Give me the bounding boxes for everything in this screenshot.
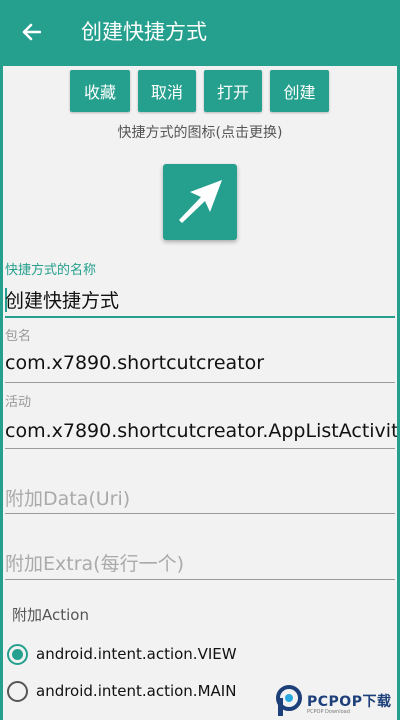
action-option-main[interactable]: android.intent.action.MAIN (7, 677, 236, 705)
watermark: PCPOP下载 PCPOP Download (275, 682, 397, 720)
package-field[interactable]: com.x7890.shortcutcreator (5, 352, 264, 374)
radio-button-checked[interactable] (7, 643, 28, 665)
cancel-button[interactable]: 取消 (138, 70, 196, 112)
watermark-subtext: PCPOP Download (307, 709, 350, 715)
watermark-text: PCPOP下载 (307, 694, 392, 710)
arrow-up-right-icon (179, 180, 222, 223)
watermark-logo-icon (276, 685, 302, 716)
radio-button-unchecked[interactable] (7, 680, 28, 702)
name-field[interactable]: 创建快捷方式 (5, 286, 119, 313)
action-option-label: android.intent.action.VIEW (36, 645, 237, 663)
radio-dot (12, 648, 23, 660)
action-option-label: android.intent.action.MAIN (36, 682, 237, 700)
activity-field-label: 活动 (5, 395, 32, 410)
favorite-button[interactable]: 收藏 (70, 70, 130, 112)
activity-field[interactable]: com.x7890.shortcutcreator.AppListActivit… (5, 420, 397, 442)
open-button[interactable]: 打开 (204, 70, 262, 112)
extra-field-underline (5, 579, 395, 580)
data-uri-field-underline (5, 513, 395, 514)
data-uri-field[interactable]: 附加Data(Uri) (5, 484, 130, 511)
extra-field[interactable]: 附加Extra(每行一个) (5, 549, 184, 576)
create-button[interactable]: 创建 (270, 70, 329, 112)
name-field-label: 快捷方式的名称 (5, 263, 97, 278)
app-bar: 创建快捷方式 (0, 0, 400, 64)
package-field-underline (5, 382, 395, 383)
arrow-left-icon (22, 23, 41, 41)
page-title: 创建快捷方式 (81, 20, 207, 44)
activity-field-underline (5, 448, 395, 449)
package-field-label: 包名 (5, 329, 32, 344)
shortcut-icon-picker[interactable] (163, 164, 237, 240)
name-field-underline (5, 316, 395, 318)
main-content: 收藏 取消 打开 创建 快捷方式的图标(点击更换) 快捷方式的名称 创建快捷方式… (3, 66, 397, 720)
back-button[interactable] (14, 16, 48, 48)
icon-caption: 快捷方式的图标(点击更换) (117, 125, 283, 141)
action-option-view[interactable]: android.intent.action.VIEW (7, 640, 237, 668)
action-section-title: 附加Action (12, 606, 89, 624)
